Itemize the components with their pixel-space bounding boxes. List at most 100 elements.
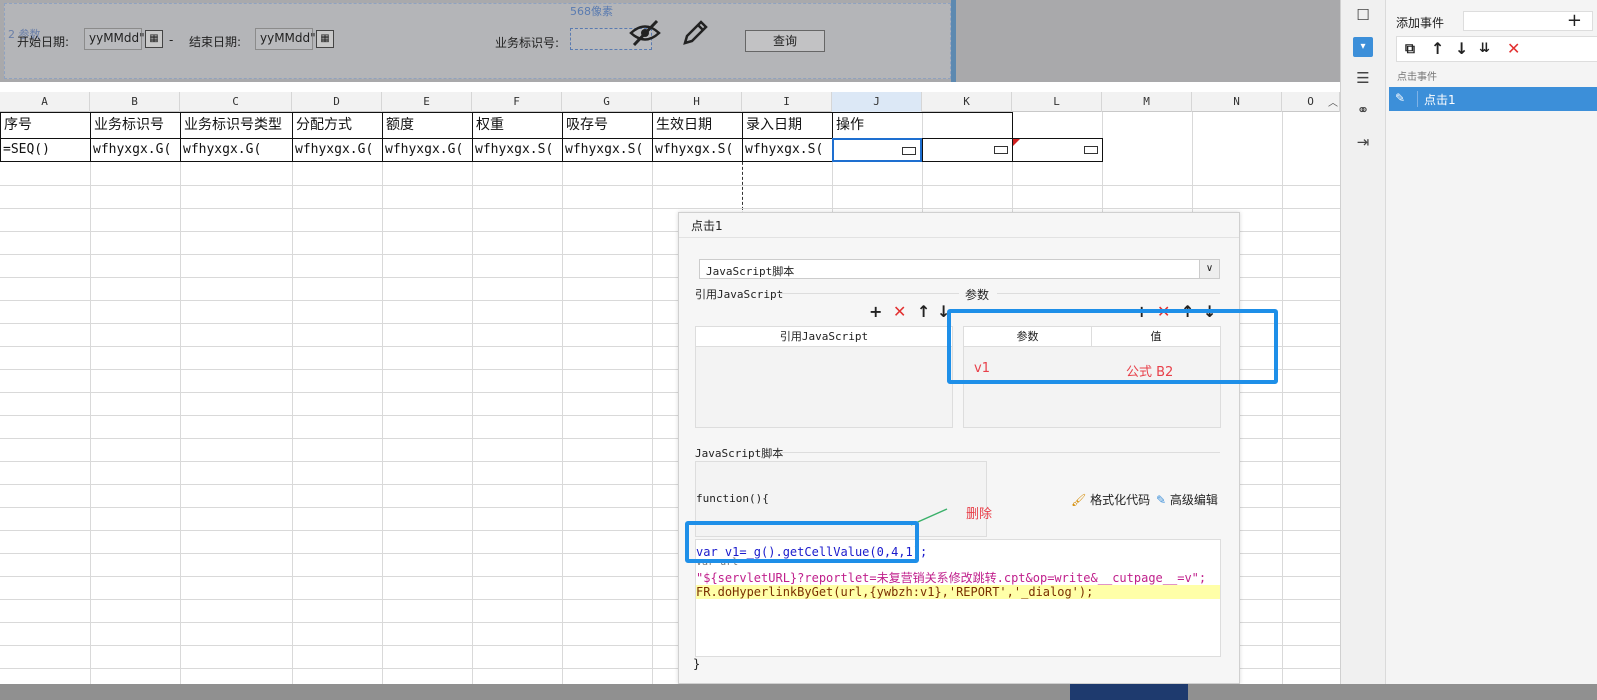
ref-js-column-header: 引用JavaScript	[696, 327, 952, 347]
status-bar	[0, 684, 1597, 700]
cell-attr-icon[interactable]: ☐	[1353, 5, 1373, 25]
event-panel: ☐ ▾ ☰ ⚭ ⇥ 添加事件 + ⧉ ↑ ↓ ⇊ ✕ 点击事件 ✎ 点击1	[1340, 0, 1597, 684]
button-widget-icon	[902, 147, 916, 155]
add-event-dropdown[interactable]: +	[1463, 10, 1593, 31]
header-cell-biz-id[interactable]: 业务标识号	[90, 112, 181, 139]
data-cell-a2[interactable]: =SEQ()	[0, 138, 91, 162]
header-cell-entry-date[interactable]: 录入日期	[742, 112, 833, 139]
column-header-c[interactable]: C	[180, 92, 292, 112]
data-cell-i2[interactable]: wfhyxgx.S(	[742, 138, 833, 162]
column-header-g[interactable]: G	[562, 92, 652, 112]
calendar-icon[interactable]: ▦	[145, 30, 163, 48]
end-date-label: 结束日期:	[189, 35, 242, 49]
script-type-value: JavaScript脚本	[706, 265, 795, 278]
date-separator: -	[169, 33, 174, 47]
header-cell-quota[interactable]: 额度	[382, 112, 473, 139]
function-header: function(){	[696, 492, 769, 505]
column-header-a[interactable]: A	[0, 92, 90, 112]
header-cell-weight[interactable]: 权重	[472, 112, 563, 139]
arrow-down-icon[interactable]: ↓	[1455, 40, 1468, 58]
scroll-up-icon[interactable]: ︿	[1328, 94, 1338, 109]
calendar-icon[interactable]: ▦	[316, 30, 334, 48]
data-cell-h2[interactable]: wfhyxgx.S(	[652, 138, 743, 162]
import-icon[interactable]: ⇥	[1353, 132, 1373, 152]
widget-attr-icon[interactable]: ▾	[1353, 37, 1373, 57]
column-header-e[interactable]: E	[382, 92, 472, 112]
column-header-b[interactable]: B	[90, 92, 180, 112]
ref-js-section-title: 引用JavaScript	[695, 288, 784, 301]
column-header-bar: A B C D E F G H I J K L M N O	[0, 92, 1340, 112]
column-header-i[interactable]: I	[742, 92, 832, 112]
code-line-4: FR.doHyperlinkByGet(url,{ywbzh:v1},'REPO…	[696, 585, 1220, 599]
function-footer: }	[693, 657, 701, 671]
column-header-n[interactable]: N	[1192, 92, 1282, 112]
add-icon[interactable]: +	[869, 303, 882, 321]
ruler-label: 568像素	[570, 5, 613, 18]
chevron-down-icon[interactable]: ∨	[1199, 260, 1219, 278]
panel-icon-strip: ☐ ▾ ☰ ⚭ ⇥	[1341, 0, 1386, 684]
data-cell-c2[interactable]: wfhyxgx.G(	[180, 138, 293, 162]
event-toolbar: ⧉ ↑ ↓ ⇊ ✕	[1396, 36, 1597, 62]
data-cell-l2[interactable]	[1012, 138, 1103, 162]
params-section-title: 参数	[965, 288, 990, 302]
script-type-select[interactable]: JavaScript脚本 ∨	[699, 259, 1220, 279]
data-cell-k2[interactable]	[922, 138, 1013, 162]
edit-icon: ✎	[1156, 493, 1167, 507]
pencil-icon[interactable]	[680, 18, 710, 48]
hyperlink-icon[interactable]: ⚭	[1353, 100, 1373, 120]
start-date-label: 开始日期:	[17, 35, 70, 49]
taskbar-item[interactable]	[1070, 684, 1188, 700]
event-item-click1[interactable]: ✎ 点击1	[1389, 87, 1597, 111]
event-editor-dialog: 点击1 JavaScript脚本 ∨ 引用JavaScript 参数 + ✕ ↑…	[678, 212, 1278, 684]
layer-icon[interactable]: ☰	[1353, 68, 1373, 88]
delete-icon[interactable]: ✕	[893, 303, 906, 321]
header-cell-effective-date[interactable]: 生效日期	[652, 112, 743, 139]
query-button[interactable]: 查询	[745, 30, 825, 52]
cell-marker-icon	[1013, 139, 1020, 146]
column-header-k[interactable]: K	[922, 92, 1012, 112]
column-header-j[interactable]: J	[832, 92, 922, 112]
header-cell-alloc-method[interactable]: 分配方式	[292, 112, 383, 139]
js-script-section-title: JavaScript脚本	[695, 447, 784, 460]
ref-js-table[interactable]: 引用JavaScript	[695, 326, 953, 428]
header-cell-deposit-no[interactable]: 吸存号	[562, 112, 653, 139]
header-cell-seq[interactable]: 序号	[0, 112, 91, 139]
column-header-m[interactable]: M	[1102, 92, 1192, 112]
data-cell-d2[interactable]: wfhyxgx.G(	[292, 138, 383, 162]
edit-icon: ✎	[1395, 91, 1406, 105]
dialog-title: 点击1	[691, 219, 723, 233]
arrow-up-icon[interactable]: ↑	[917, 303, 930, 321]
button-widget-icon	[1084, 146, 1098, 154]
column-header-d[interactable]: D	[292, 92, 382, 112]
biz-id-label: 业务标识号:	[495, 36, 560, 50]
data-cell-b2[interactable]: wfhyxgx.G(	[90, 138, 181, 162]
advanced-edit-button[interactable]: ✎ 高级编辑	[1156, 491, 1218, 508]
annotation-code-highlight	[685, 521, 919, 563]
column-header-h[interactable]: H	[652, 92, 742, 112]
data-cell-f2[interactable]: wfhyxgx.S(	[472, 138, 563, 162]
column-header-l[interactable]: L	[1012, 92, 1102, 112]
data-cell-e2[interactable]: wfhyxgx.G(	[382, 138, 473, 162]
data-cell-j2-selected[interactable]	[832, 138, 922, 162]
format-code-label: 格式化代码	[1090, 493, 1151, 507]
format-code-button[interactable]: 🖌 格式化代码	[1071, 491, 1150, 508]
start-date-input[interactable]: yyMMdd")	[84, 28, 149, 50]
copy-icon[interactable]: ⧉	[1405, 40, 1415, 58]
move-bottom-icon[interactable]: ⇊	[1479, 40, 1490, 58]
click-event-section-label: 点击事件	[1397, 72, 1437, 83]
brush-icon: 🖌	[1071, 493, 1087, 507]
eye-hidden-icon[interactable]	[628, 18, 662, 48]
button-widget-icon	[994, 146, 1008, 154]
header-cell-action[interactable]: 操作	[832, 112, 1013, 139]
delete-icon[interactable]: ✕	[1507, 40, 1520, 58]
parameter-pane-edge[interactable]	[951, 0, 956, 82]
data-cell-g2[interactable]: wfhyxgx.S(	[562, 138, 653, 162]
code-line-3: "${servletURL}?reportlet=未复营销关系修改跳转.cpt&…	[696, 571, 1207, 585]
column-header-f[interactable]: F	[472, 92, 562, 112]
end-date-input[interactable]: yyMMdd")	[255, 28, 320, 50]
annotation-delete-label: 删除	[966, 507, 993, 522]
parameter-pane: 568像素 2 参数 开始日期: yyMMdd") ▦ - 结束日期: yyMM…	[0, 0, 1340, 82]
plus-icon: +	[1566, 10, 1582, 31]
header-cell-biz-id-type[interactable]: 业务标识号类型	[180, 112, 293, 139]
arrow-up-icon[interactable]: ↑	[1431, 40, 1444, 58]
